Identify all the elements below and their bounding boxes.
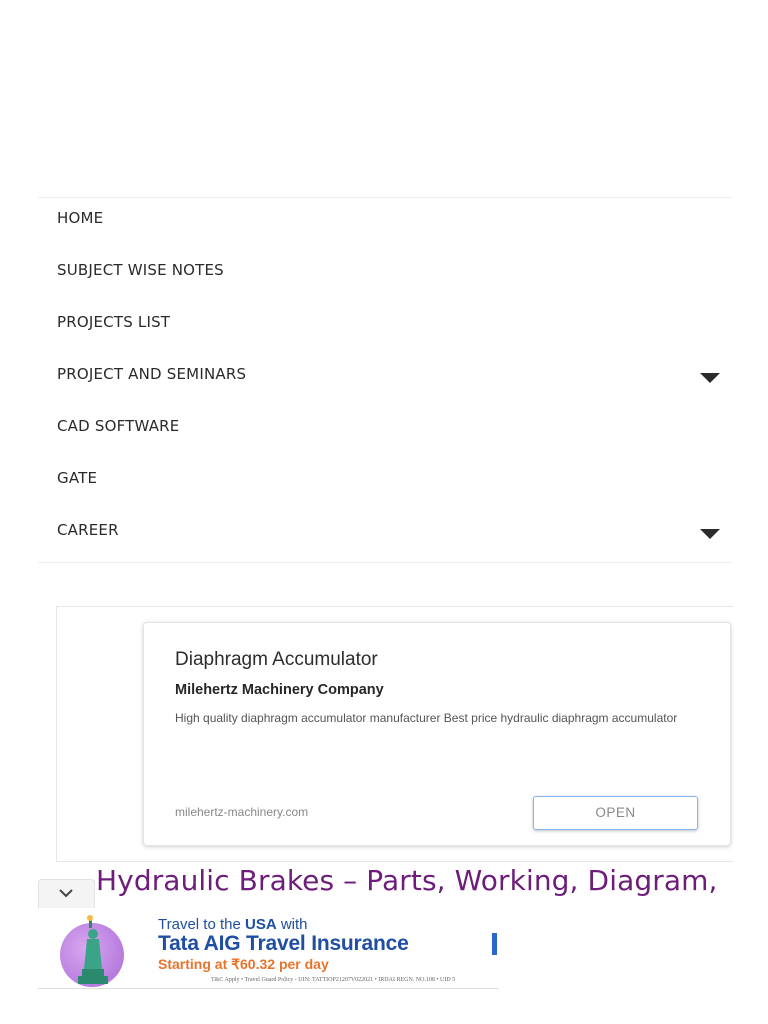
article-title: Hydraulic Brakes – Parts, Working, Diagr… (96, 864, 718, 897)
collapse-ad-button[interactable] (38, 879, 95, 909)
banner-accent-bar (492, 933, 497, 955)
nav-item-cad-software[interactable]: CAD SOFTWARE (38, 406, 732, 458)
chevron-down-icon (59, 889, 73, 898)
banner-fine-print: T&C Apply • Travel Guard Policy - UIN: T… (211, 977, 456, 983)
nav-item-subject-wise-notes[interactable]: SUBJECT WISE NOTES (38, 250, 732, 302)
ad-open-button[interactable]: OPEN (533, 796, 698, 830)
banner-line-2: Tata AIG Travel Insurance (158, 932, 409, 955)
ad-description: High quality diaphragm accumulator manuf… (175, 711, 678, 725)
banner-line-3: Starting at ₹60.32 per day (158, 956, 329, 972)
ad-domain: milehertz-machinery.com (175, 805, 309, 819)
ad-title[interactable]: Diaphragm Accumulator (175, 649, 378, 671)
nav-item-projects-list[interactable]: PROJECTS LIST (38, 302, 732, 354)
nav-item-label: SUBJECT WISE NOTES (57, 261, 224, 279)
ad-card[interactable]: Diaphragm Accumulator Milehertz Machiner… (143, 622, 731, 846)
banner-line-1: Travel to the USA with (158, 916, 308, 933)
banner-ad[interactable]: Travel to the USA with Tata AIG Travel I… (38, 908, 499, 989)
main-nav: HOME SUBJECT WISE NOTES PROJECTS LIST PR… (38, 197, 732, 563)
nav-item-label: HOME (57, 209, 104, 227)
nav-item-project-and-seminars[interactable]: PROJECT AND SEMINARS (38, 354, 732, 406)
dropdown-caret-icon[interactable] (700, 529, 720, 539)
ad-company: Milehertz Machinery Company (175, 682, 384, 698)
nav-item-career[interactable]: CAREER (38, 510, 732, 562)
nav-item-label: GATE (57, 469, 98, 487)
dropdown-caret-icon[interactable] (700, 373, 720, 383)
nav-item-label: CAREER (57, 521, 119, 539)
nav-item-home[interactable]: HOME (38, 198, 732, 250)
nav-item-label: PROJECT AND SEMINARS (57, 365, 247, 383)
nav-item-label: CAD SOFTWARE (57, 417, 180, 435)
nav-item-gate[interactable]: GATE (38, 458, 732, 510)
statue-of-liberty-icon (78, 915, 108, 984)
nav-item-label: PROJECTS LIST (57, 313, 171, 331)
